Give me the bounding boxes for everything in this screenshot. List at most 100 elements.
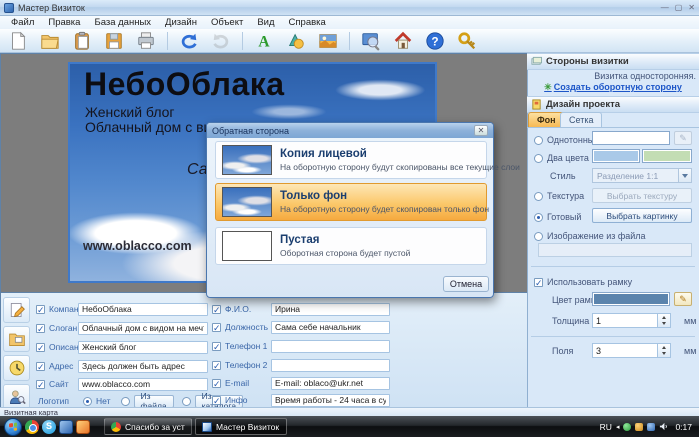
- logo-from-file-button[interactable]: Из файла: [134, 395, 174, 408]
- add-shape-button[interactable]: [282, 30, 310, 52]
- address-input[interactable]: [78, 360, 208, 373]
- menu-view[interactable]: Вид: [250, 17, 281, 28]
- menu-database[interactable]: База данных: [87, 17, 158, 28]
- maximize-button[interactable]: ▢: [675, 3, 683, 13]
- logo-none-radio[interactable]: [83, 397, 92, 406]
- info-checkbox[interactable]: [212, 396, 221, 405]
- email-checkbox[interactable]: [212, 379, 221, 388]
- image-from-file-radio[interactable]: [534, 232, 543, 241]
- save-button[interactable]: [100, 30, 128, 52]
- fullname-input[interactable]: [271, 303, 390, 316]
- two-color-swatch-1[interactable]: [592, 149, 640, 163]
- margins-spinner[interactable]: [592, 343, 671, 358]
- margins-input[interactable]: [592, 343, 658, 358]
- card-company-text[interactable]: НебоОблака: [84, 66, 285, 103]
- phone1-checkbox[interactable]: [212, 342, 221, 351]
- phone2-checkbox[interactable]: [212, 361, 221, 370]
- tab-grid[interactable]: Сетка: [560, 112, 602, 127]
- card-description-text[interactable]: Женский блог: [85, 104, 175, 120]
- cancel-button[interactable]: Отмена: [443, 276, 489, 292]
- add-text-button[interactable]: A: [250, 30, 278, 52]
- ready-image-radio[interactable]: [534, 213, 543, 222]
- menu-help[interactable]: Справка: [282, 17, 333, 28]
- empty-thumbnail: [222, 231, 272, 261]
- preview-button[interactable]: [357, 30, 385, 52]
- tray-volume-icon[interactable]: [659, 422, 668, 431]
- menu-file[interactable]: Файл: [4, 17, 41, 28]
- use-frame-checkbox[interactable]: [534, 278, 543, 287]
- quicklaunch-chrome-icon[interactable]: [25, 420, 39, 434]
- close-button[interactable]: ✕: [688, 3, 695, 13]
- edit-fields-button[interactable]: [3, 297, 30, 323]
- spinner-buttons[interactable]: [658, 313, 671, 328]
- option-copy-front[interactable]: Копия лицевой На оборотную сторону будут…: [215, 141, 487, 179]
- new-document-button[interactable]: [4, 30, 32, 52]
- menu-edit[interactable]: Правка: [41, 17, 87, 28]
- tray-shield-icon[interactable]: [635, 423, 643, 431]
- slogan-checkbox[interactable]: [36, 324, 45, 333]
- open-button[interactable]: [36, 30, 64, 52]
- field-row: Должность: [212, 320, 390, 334]
- frame-color-picker-button[interactable]: ✎: [674, 292, 692, 306]
- dropdown-arrow-icon[interactable]: [678, 169, 691, 182]
- tray-network-icon[interactable]: [647, 423, 655, 431]
- email-input[interactable]: [271, 377, 390, 390]
- minimize-button[interactable]: —: [661, 3, 669, 13]
- spinner-buttons[interactable]: [658, 343, 671, 358]
- dialog-close-button[interactable]: ✕: [474, 125, 488, 136]
- paste-button[interactable]: [68, 30, 96, 52]
- add-image-button[interactable]: [314, 30, 342, 52]
- solid-color-swatch[interactable]: [592, 131, 670, 145]
- solid-color-radio[interactable]: [534, 136, 543, 145]
- texture-radio[interactable]: [534, 192, 543, 201]
- taskbar-button-browser[interactable]: Спасибо за устано...: [104, 418, 192, 435]
- quicklaunch-desktop-icon[interactable]: [59, 420, 73, 434]
- thickness-input[interactable]: [592, 313, 658, 328]
- registration-button[interactable]: [453, 30, 481, 52]
- tray-clock[interactable]: 0:17: [675, 422, 692, 432]
- website-checkbox[interactable]: [36, 380, 45, 389]
- address-checkbox[interactable]: [36, 362, 45, 371]
- style-dropdown[interactable]: Разделение 1:1: [592, 168, 692, 183]
- two-colors-radio[interactable]: [534, 154, 543, 163]
- thickness-spinner[interactable]: [592, 313, 671, 328]
- frame-color-swatch[interactable]: [592, 292, 670, 306]
- history-button[interactable]: [3, 355, 30, 381]
- open-card-button[interactable]: [3, 326, 30, 352]
- website-input[interactable]: [78, 378, 208, 391]
- start-button[interactable]: [4, 418, 22, 436]
- home-button[interactable]: [389, 30, 417, 52]
- print-button[interactable]: [132, 30, 160, 52]
- description-input[interactable]: [78, 341, 208, 354]
- position-input[interactable]: [271, 321, 390, 334]
- phone1-input[interactable]: [271, 340, 390, 353]
- option-empty[interactable]: Пустая Оборотная сторона будет пустой: [215, 227, 487, 265]
- choose-picture-button[interactable]: Выбрать картинку: [592, 208, 692, 223]
- position-checkbox[interactable]: [212, 323, 221, 332]
- logo-from-file-radio[interactable]: [121, 397, 130, 406]
- logo-from-catalog-radio[interactable]: [182, 397, 191, 406]
- option-background-only[interactable]: Только фон На оборотную сторону будет ск…: [215, 183, 487, 221]
- taskbar-button-app[interactable]: Мастер Визиток: [195, 418, 287, 435]
- card-website-text[interactable]: www.oblacco.com: [83, 239, 192, 253]
- company-checkbox[interactable]: [36, 305, 45, 314]
- quicklaunch-skype-icon[interactable]: S: [42, 420, 56, 434]
- dialog-title-bar[interactable]: Обратная сторона ✕: [207, 123, 493, 138]
- company-input[interactable]: [78, 303, 208, 316]
- title-bar[interactable]: Мастер Визиток — ▢ ✕: [0, 0, 699, 16]
- fullname-checkbox[interactable]: [212, 305, 221, 314]
- slogan-input[interactable]: [78, 322, 208, 335]
- phone2-input[interactable]: [271, 359, 390, 372]
- menu-design[interactable]: Дизайн: [158, 17, 204, 28]
- create-back-side-link[interactable]: ✳Создать оборотную сторону: [527, 82, 699, 93]
- two-color-swatch-2[interactable]: [642, 149, 692, 163]
- info-input[interactable]: [271, 394, 390, 407]
- tray-expand-arrow-icon[interactable]: ◂: [616, 423, 620, 431]
- undo-button[interactable]: [175, 30, 203, 52]
- language-indicator[interactable]: RU: [600, 422, 612, 432]
- menu-object[interactable]: Объект: [204, 17, 250, 28]
- quicklaunch-media-icon[interactable]: [76, 420, 90, 434]
- help-button[interactable]: ?: [421, 30, 449, 52]
- description-checkbox[interactable]: [36, 343, 45, 352]
- tray-antivirus-icon[interactable]: [623, 423, 631, 431]
